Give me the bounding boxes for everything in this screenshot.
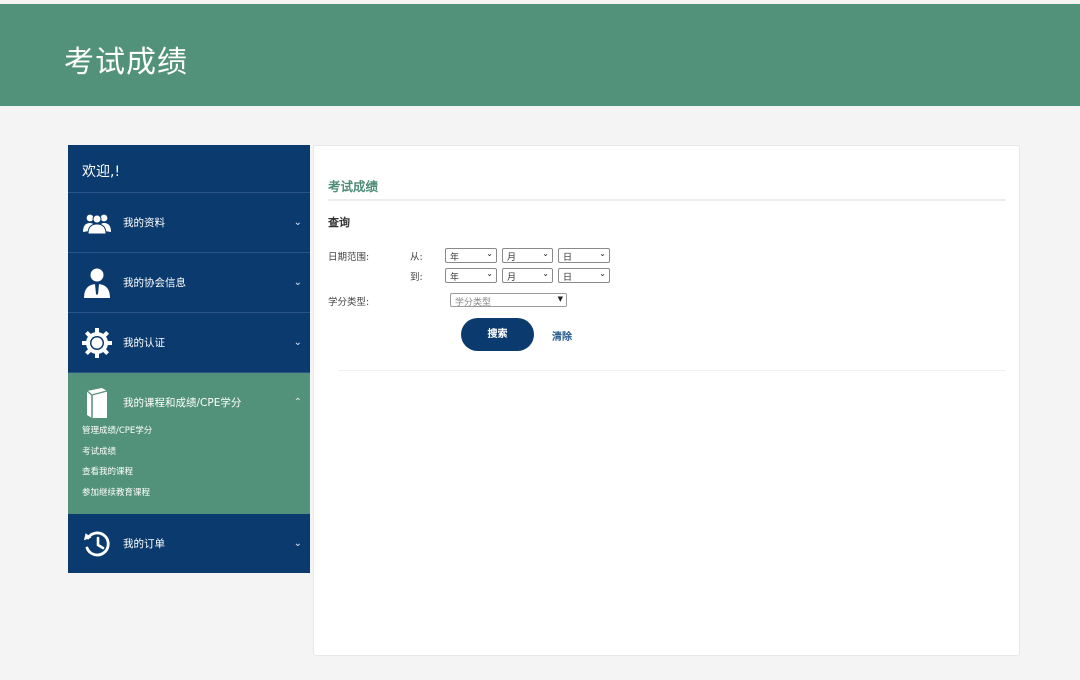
chevron-down-icon: ⌄ [293,217,302,228]
book-icon [82,387,112,419]
sidebar-item-label: 我的协会信息 [123,277,186,289]
submenu-item-my-courses[interactable]: 查看我的课程 [82,465,152,486]
sidebar-item-profile[interactable]: 我的资料 ⌄ [68,193,310,253]
chevron-up-icon: ⌃ [293,397,302,408]
divider [338,370,1006,371]
courses-submenu: 管理成绩/CPE学分 考试成绩 查看我的课程 参加继续教育课程 [82,424,152,506]
section-heading: 考试成绩 [328,179,379,194]
sidebar-item-certification[interactable]: 我的认证 ⌄ [68,313,310,373]
sidebar-item-orders[interactable]: 我的订单 ⌄ [68,514,310,574]
sidebar-item-label: 我的课程和成绩/CPE学分 [123,397,242,409]
chevron-down-icon: ⌄ [486,269,493,278]
chevron-down-icon: ⌄ [486,249,493,258]
caret-down-icon: ▼ [557,295,563,303]
to-label: 到: [410,272,423,283]
main-panel: 考试成绩 查询 日期范围: 从: 到: 年 ⌄ 月 ⌄ 日 ⌄ 年 ⌄ 月 ⌄ 日 ⌄ 学分… [313,145,1020,656]
submenu-item-manage-cpe[interactable]: 管理成绩/CPE学分 [82,424,152,445]
from-month-select[interactable]: 月 ⌄ [502,248,553,263]
welcome-text: 欢迎,! [68,145,310,193]
history-icon [82,528,112,560]
sidebar-item-association[interactable]: 我的协会信息 ⌄ [68,253,310,313]
to-month-select[interactable]: 月 ⌄ [502,268,553,283]
chevron-down-icon: ⌄ [599,249,606,258]
clear-link[interactable]: 清除 [552,328,572,343]
chevron-down-icon: ⌄ [293,538,302,549]
users-icon [82,207,112,239]
page-title: 考试成绩 [64,45,188,80]
from-label: 从: [410,252,423,263]
page-header: 考试成绩 [0,4,1080,106]
credit-type-label: 学分类型: [328,297,370,308]
sidebar-item-label: 我的认证 [123,337,165,349]
submenu-item-exam-scores[interactable]: 考试成绩 [82,445,152,466]
query-heading: 查询 [328,216,350,229]
chevron-down-icon: ⌄ [542,249,549,258]
gear-icon [82,327,112,359]
from-day-select[interactable]: 日 ⌄ [558,248,610,263]
chevron-down-icon: ⌄ [599,269,606,278]
sidebar-item-courses[interactable]: 我的课程和成绩/CPE学分 ⌃ 管理成绩/CPE学分 考试成绩 查看我的课程 参… [68,373,310,514]
person-icon [82,267,112,299]
sidebar-item-label: 我的资料 [123,217,165,229]
sidebar-item-label: 我的订单 [123,538,165,550]
chevron-down-icon: ⌄ [542,269,549,278]
from-year-select[interactable]: 年 ⌄ [445,248,497,263]
divider [328,199,1006,201]
date-range-label: 日期范围: [328,252,370,263]
to-day-select[interactable]: 日 ⌄ [558,268,610,283]
search-button[interactable]: 搜索 [461,318,534,351]
sidebar: 欢迎,! 我的资料 ⌄ 我的协会信息 ⌄ 我的认证 ⌄ 我的课程和成绩/CPE学… [68,145,310,573]
credit-type-select[interactable]: 学分类型 ▼ [450,293,567,308]
chevron-down-icon: ⌄ [293,277,302,288]
chevron-down-icon: ⌄ [293,337,302,348]
to-year-select[interactable]: 年 ⌄ [445,268,497,283]
submenu-item-continuing-ed[interactable]: 参加继续教育课程 [82,486,152,507]
